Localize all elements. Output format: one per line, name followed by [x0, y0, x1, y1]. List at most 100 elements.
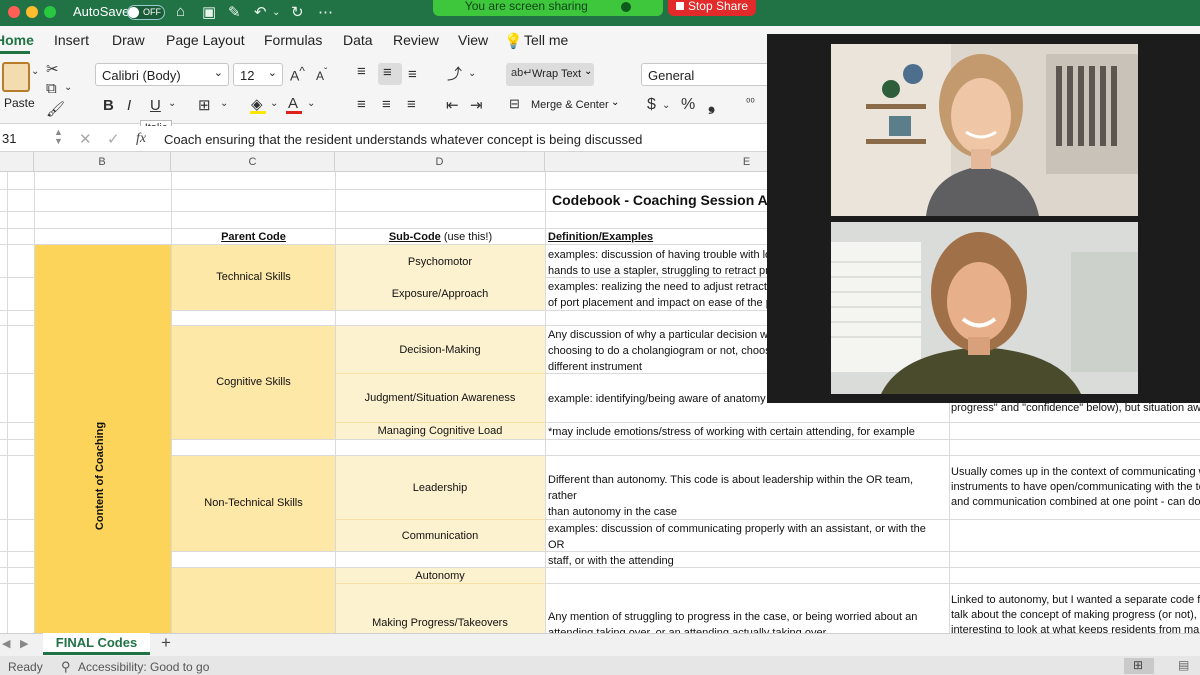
home-icon[interactable]: ⌂ — [176, 3, 185, 20]
align-right-icon[interactable]: ≡ — [407, 96, 416, 113]
note-line: interesting to look at what keeps reside… — [951, 624, 1200, 633]
note-judgment[interactable]: progress" and "confidence" below), but s… — [951, 401, 1200, 416]
accessibility-icon[interactable]: ⚲ — [61, 659, 71, 675]
tab-view[interactable]: View — [458, 32, 488, 48]
align-middle-icon: ≡ — [383, 64, 392, 81]
video-call-panel[interactable] — [767, 34, 1200, 403]
minimize-window-icon[interactable] — [26, 6, 38, 18]
save-as-icon[interactable]: ✎ — [228, 3, 241, 21]
increase-decimal-icon[interactable]: ⁰⁰ — [746, 96, 755, 109]
decrease-font-icon[interactable]: Aˇ — [316, 67, 327, 83]
grid-view-icon: ⊞ — [1133, 658, 1144, 672]
align-center-icon[interactable]: ≡ — [382, 96, 391, 113]
close-window-icon[interactable] — [8, 6, 20, 18]
paste-label[interactable]: Paste — [4, 96, 35, 110]
orientation-icon[interactable]: ⤴ — [447, 63, 462, 84]
decrease-indent-icon[interactable]: ⇤ — [446, 96, 459, 114]
participant-video-bottom[interactable] — [831, 222, 1138, 394]
increase-indent-icon[interactable]: ⇥ — [470, 96, 483, 114]
parent-cell-autonomy[interactable] — [172, 568, 335, 633]
copy-dropdown-icon[interactable]: ⌄ — [64, 82, 72, 93]
underline-button[interactable]: U — [150, 97, 161, 114]
participant-video-image — [831, 222, 1138, 394]
tab-review[interactable]: Review — [393, 32, 439, 48]
merge-center-label: Merge & Center — [531, 99, 609, 111]
number-format-value: General — [648, 68, 695, 83]
more-icon[interactable]: ⋯ — [318, 3, 333, 21]
font-name-select[interactable]: Calibri (Body) ⌄ — [95, 63, 229, 86]
tab-insert[interactable]: Insert — [54, 32, 89, 48]
cancel-icon[interactable]: ✕ — [79, 130, 92, 148]
definition-line: Different than autonomy. This code is ab… — [548, 474, 914, 502]
zoom-window-icon[interactable] — [44, 6, 56, 18]
prev-sheet-icon[interactable]: ◀ — [2, 637, 10, 650]
orientation-dropdown-icon[interactable]: ⌄ — [468, 68, 476, 79]
borders-icon[interactable]: ⊞ — [198, 96, 211, 114]
format-painter-icon[interactable]: 🖌 — [46, 100, 65, 118]
note-leadership[interactable]: Usually comes up in the context of commu… — [951, 465, 1200, 510]
font-size-select[interactable]: 12 ⌄ — [233, 63, 283, 86]
number-format-select[interactable]: General — [641, 63, 771, 86]
align-bottom-icon[interactable]: ≡ — [408, 66, 417, 83]
increase-font-icon[interactable]: A^ — [290, 65, 305, 84]
column-header-c[interactable]: C — [171, 152, 335, 172]
comma-style-button[interactable]: ❟ — [708, 94, 715, 115]
redo-icon[interactable]: ↻ — [291, 3, 304, 21]
definition-cognitive-load[interactable]: *may include emotions/stress of working … — [548, 424, 943, 440]
underline-dropdown-icon[interactable]: ⌄ — [168, 98, 176, 109]
undo-icon[interactable]: ↶ — [254, 3, 267, 21]
merge-center-button[interactable]: ⊟ Merge & Center ⌄ — [509, 96, 627, 116]
header-parent-code: Parent Code — [221, 231, 286, 243]
bold-button[interactable]: B — [103, 97, 114, 114]
note-line: and communication combined at one point … — [951, 496, 1200, 508]
tab-draw[interactable]: Draw — [112, 32, 145, 48]
sheet-tab-final-codes[interactable]: FINAL Codes — [43, 633, 150, 655]
font-color-icon[interactable]: A — [288, 95, 298, 112]
stop-share-button[interactable]: Stop Share — [668, 0, 756, 16]
name-box-stepper-icon[interactable]: ▲ ▼ — [54, 128, 63, 146]
note-progress[interactable]: Linked to autonomy, but I wanted a separ… — [951, 593, 1200, 633]
participant-video-top[interactable] — [831, 44, 1138, 216]
wrap-text-button[interactable]: ab↵ Wrap Text ⌄ — [506, 63, 594, 86]
align-left-icon[interactable]: ≡ — [357, 96, 366, 113]
font-color-dropdown-icon[interactable]: ⌄ — [307, 98, 315, 109]
undo-dropdown-icon[interactable]: ⌄ — [272, 7, 280, 18]
align-top-icon[interactable]: ≡ — [357, 63, 366, 80]
save-icon[interactable]: ▣ — [202, 3, 216, 21]
tell-me-search[interactable]: Tell me — [524, 32, 568, 48]
name-box[interactable]: 31 — [2, 131, 16, 146]
definition-progress[interactable]: Any mention of struggling to progress in… — [548, 609, 943, 633]
borders-dropdown-icon[interactable]: ⌄ — [220, 98, 228, 109]
currency-button[interactable]: $ — [647, 96, 656, 114]
paste-icon[interactable] — [2, 62, 30, 92]
definition-leadership[interactable]: Different than autonomy. This code is ab… — [548, 472, 943, 520]
tab-home[interactable]: Home — [0, 32, 34, 48]
italic-button[interactable]: I — [127, 97, 131, 114]
column-header-b[interactable]: B — [34, 152, 171, 172]
next-sheet-icon[interactable]: ▶ — [20, 637, 28, 650]
formula-input[interactable]: Coach ensuring that the resident underst… — [164, 132, 642, 147]
font-size-value: 12 — [240, 68, 255, 83]
shield-icon — [621, 1, 632, 12]
definition-communication[interactable]: examples: discussion of communicating pr… — [548, 521, 943, 569]
status-accessibility[interactable]: Accessibility: Good to go — [78, 660, 209, 674]
tab-formulas[interactable]: Formulas — [264, 32, 322, 48]
sheet-title: Codebook - Coaching Session Ana — [552, 192, 785, 208]
stop-share-label: Stop Share — [687, 0, 749, 13]
status-ready: Ready — [8, 660, 43, 674]
participant-video-image — [831, 44, 1138, 216]
copy-icon[interactable]: ⧉ — [46, 80, 57, 97]
page-layout-view-icon[interactable]: ▤ — [1178, 658, 1189, 672]
paste-dropdown-icon[interactable]: ⌄ — [31, 66, 39, 77]
enter-icon[interactable]: ✓ — [107, 130, 120, 148]
add-sheet-icon[interactable]: + — [161, 633, 171, 653]
fx-icon[interactable]: fx — [136, 131, 146, 147]
fill-dropdown-icon[interactable]: ⌄ — [270, 98, 278, 109]
column-header-d[interactable]: D — [335, 152, 545, 172]
tab-page-layout[interactable]: Page Layout — [166, 32, 245, 48]
tab-data[interactable]: Data — [343, 32, 373, 48]
percent-button[interactable]: % — [681, 96, 695, 114]
select-all-corner[interactable] — [0, 152, 34, 172]
currency-dropdown-icon[interactable]: ⌄ — [662, 100, 670, 111]
cut-icon[interactable]: ✂ — [46, 60, 59, 78]
